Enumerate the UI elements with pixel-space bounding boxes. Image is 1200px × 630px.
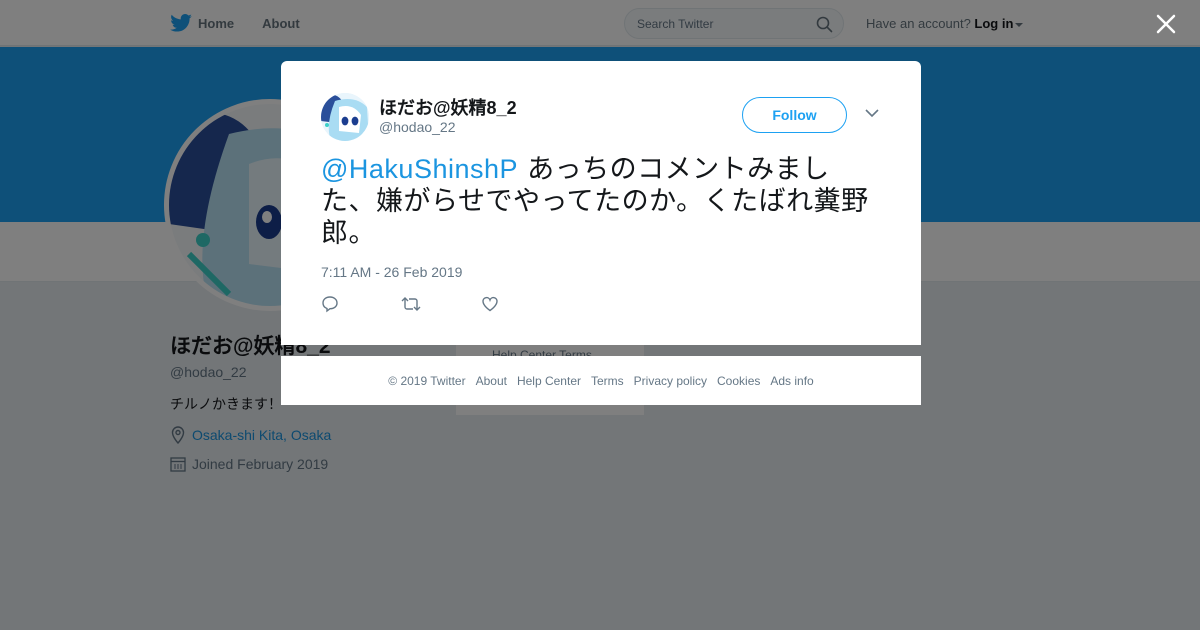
footer-link-terms[interactable]: Terms (591, 374, 624, 388)
tweet-timestamp[interactable]: 7:11 AM - 26 Feb 2019 (321, 264, 462, 280)
footer-copyright: © 2019 Twitter (388, 373, 466, 388)
tweet-actions (321, 295, 561, 318)
modal-footer: © 2019 Twitter About Help Center Terms P… (281, 356, 921, 405)
tweet-author-avatar[interactable] (321, 93, 369, 141)
footer-link-cookies[interactable]: Cookies (717, 374, 760, 388)
tweet-author-handle[interactable]: @hodao_22 (379, 119, 456, 135)
tweet-modal: ほだお@妖精8_2 @hodao_22 Follow @HakuShinshP … (281, 61, 921, 345)
heart-icon (482, 296, 498, 312)
tweet-author-name[interactable]: ほだお@妖精8_2 (379, 94, 517, 120)
chevron-down-icon[interactable] (865, 108, 879, 118)
retweet-button[interactable] (401, 295, 481, 318)
retweet-icon (401, 297, 421, 311)
footer-link-privacy-policy[interactable]: Privacy policy (634, 374, 707, 388)
tweet-text: @HakuShinshP あっちのコメントみました、嫌がらせでやってたのか。くた… (321, 153, 881, 250)
reply-icon (322, 296, 338, 313)
footer-link-about[interactable]: About (476, 374, 507, 388)
footer-link-help-center[interactable]: Help Center (517, 374, 581, 388)
avatar-illustration (321, 93, 369, 141)
like-button[interactable] (481, 295, 561, 318)
follow-button[interactable]: Follow (742, 97, 847, 133)
reply-button[interactable] (321, 295, 401, 318)
close-icon[interactable] (1154, 12, 1178, 36)
footer-link-ads-info[interactable]: Ads info (770, 374, 813, 388)
mention-link[interactable]: @HakuShinshP (321, 154, 518, 184)
